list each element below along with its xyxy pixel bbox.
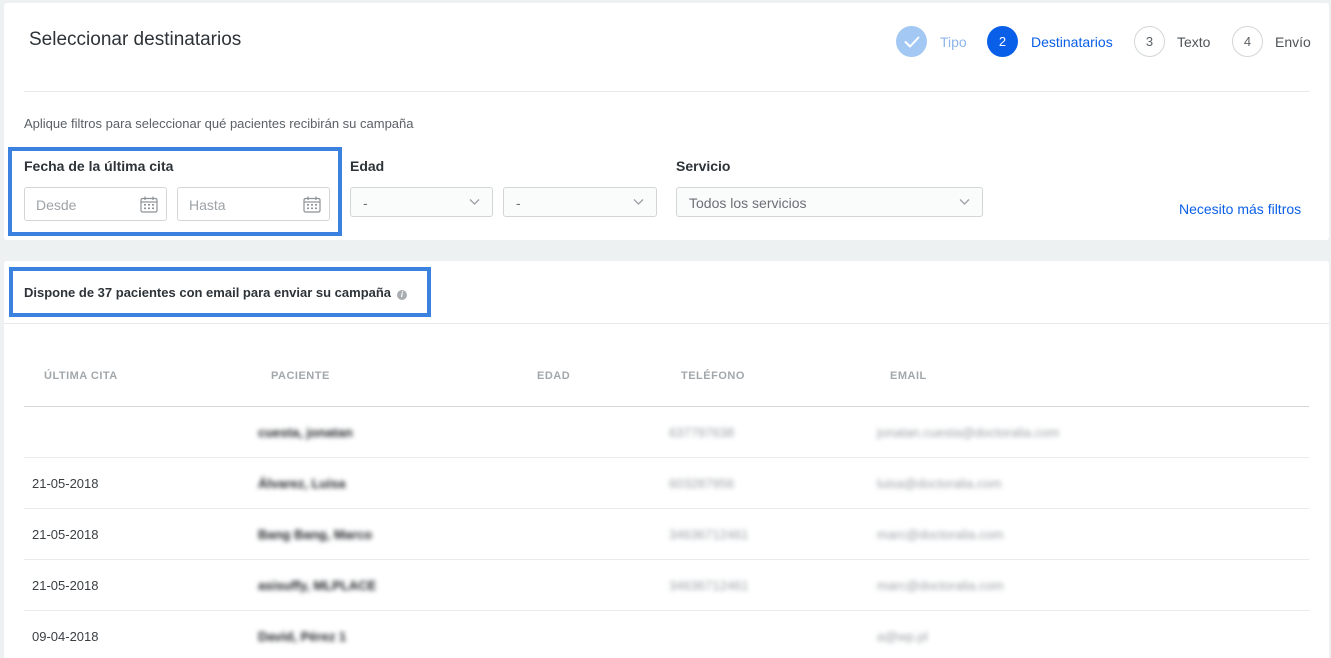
cell-email: luisa@doctoralia.com [877, 476, 1002, 491]
cell-ultima-cita: 21-05-2018 [32, 527, 99, 542]
cell-ultima-cita: 09-04-2018 [32, 629, 99, 644]
servicio-label: Servicio [676, 158, 731, 174]
table-row[interactable]: cuesta, jonatan 637797638 jonatan.cuesta… [24, 407, 1309, 458]
step-3-number: 3 [1134, 26, 1165, 57]
cell-telefono: 34636712461 [669, 527, 749, 542]
cell-email: marc@doctoralia.com [877, 578, 1004, 593]
table-row[interactable]: 09-04-2018 David, Pérez 1 a@wp.pl [24, 611, 1309, 658]
column-header-telefono[interactable]: TELÉFONO [681, 370, 745, 382]
cell-ultima-cita: 21-05-2018 [32, 476, 99, 491]
header-divider [24, 91, 1310, 92]
column-header-ultima-cita[interactable]: ÚLTIMA CITA [44, 370, 118, 382]
edad-min-select[interactable]: - [350, 187, 493, 217]
summary-divider [4, 323, 1329, 324]
chevron-down-icon [469, 199, 480, 205]
edad-label: Edad [350, 158, 385, 174]
chevron-down-icon [959, 199, 970, 205]
cell-paciente: Álvarez, Luisa [258, 476, 346, 491]
table-row[interactable]: 21-05-2018 Álvarez, Luisa 603287956 luis… [24, 458, 1309, 509]
summary-text: Dispone de 37 pacientes con email para e… [24, 285, 392, 300]
step-2-number: 2 [987, 26, 1018, 57]
edad-max-value: - [516, 195, 521, 211]
recipients-filter-card: Seleccionar destinatarios Tipo 2 Destina… [4, 3, 1329, 240]
cell-paciente: asisuffy, MLPLACE [258, 578, 377, 593]
desde-date-input[interactable]: Desde [24, 187, 167, 221]
step-1-check-icon[interactable] [896, 26, 927, 57]
cell-email: marc@doctoralia.com [877, 527, 1004, 542]
more-filters-link[interactable]: Necesito más filtros [1179, 201, 1301, 217]
servicio-value: Todos los servicios [689, 195, 807, 211]
desde-placeholder: Desde [36, 197, 77, 213]
column-header-email[interactable]: EMAIL [890, 370, 927, 382]
step-label-destinatarios: Destinatarios [1031, 34, 1113, 50]
cell-email: jonatan.cuesta@doctoralia.com [877, 425, 1060, 440]
chevron-down-icon [633, 199, 644, 205]
column-header-edad[interactable]: EDAD [537, 370, 570, 382]
column-header-paciente[interactable]: PACIENTE [271, 370, 330, 382]
cell-email: a@wp.pl [877, 629, 928, 644]
patients-summary: Dispone de 37 pacientes con email para e… [24, 285, 408, 300]
step-label-tipo[interactable]: Tipo [940, 34, 967, 50]
page-title: Seleccionar destinatarios [29, 29, 242, 50]
info-icon[interactable]: i [397, 290, 408, 300]
cell-ultima-cita: 21-05-2018 [32, 578, 99, 593]
cell-telefono: 34636712461 [669, 578, 749, 593]
check-icon [904, 36, 919, 47]
edad-max-select[interactable]: - [503, 187, 657, 217]
hasta-placeholder: Hasta [189, 197, 226, 213]
step-4-number: 4 [1232, 26, 1263, 57]
cell-paciente: cuesta, jonatan [258, 425, 353, 440]
fecha-label: Fecha de la última cita [24, 158, 174, 174]
table-row[interactable]: 21-05-2018 Bang Bang, Marco 34636712461 … [24, 509, 1309, 560]
step-label-envio: Envío [1275, 34, 1311, 50]
servicio-select[interactable]: Todos los servicios [676, 187, 983, 217]
cell-telefono: 603287956 [669, 476, 735, 491]
calendar-icon[interactable] [303, 196, 321, 213]
table-row[interactable]: 21-05-2018 asisuffy, MLPLACE 34636712461… [24, 560, 1309, 611]
calendar-icon[interactable] [140, 196, 158, 213]
cell-paciente: David, Pérez 1 [258, 629, 347, 644]
cell-paciente: Bang Bang, Marco [258, 527, 373, 542]
cell-telefono: 637797638 [669, 425, 735, 440]
step-label-texto: Texto [1177, 34, 1211, 50]
filters-hint: Aplique filtros para seleccionar qué pac… [24, 116, 414, 131]
patients-card: Dispone de 37 pacientes con email para e… [4, 261, 1329, 658]
edad-min-value: - [363, 195, 368, 211]
hasta-date-input[interactable]: Hasta [177, 187, 330, 221]
